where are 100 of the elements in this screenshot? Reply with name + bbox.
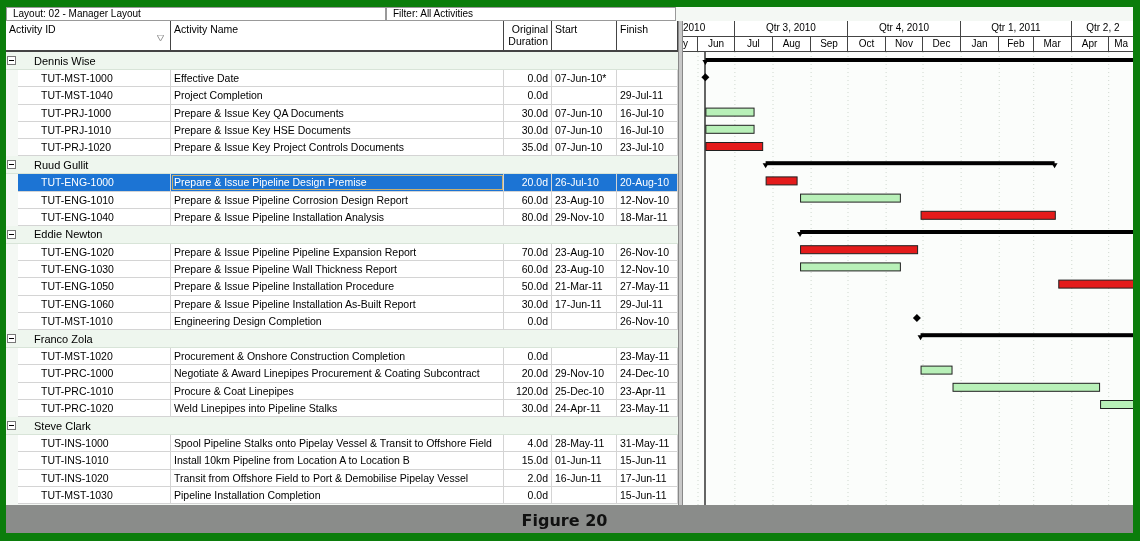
- activity-row[interactable]: TUT-INS-1010 Install 10km Pipeline from Location A to Location B 15.0d 01-Jun-11 15-Jun-11: [18, 452, 678, 470]
- duration-cell: 30.0d: [504, 121, 552, 138]
- month-label: Ma: [1108, 36, 1133, 51]
- activity-id-cell: TUT-ENG-1030: [18, 261, 171, 278]
- activity-row[interactable]: TUT-ENG-1000 Prepare & Issue Pipeline Design Premise 20.0d 26-Jul-10 20-Aug-10: [18, 174, 678, 192]
- quarter-label: Qtr 2, 2: [1071, 21, 1133, 36]
- start-cell: 07-Jun-10: [552, 104, 617, 121]
- month-label: Jan: [961, 36, 1000, 51]
- sort-icon: [157, 35, 164, 42]
- duration-cell: 120.0d: [504, 382, 552, 399]
- collapse-icon[interactable]: [7, 334, 16, 344]
- duration-cell: 20.0d: [504, 365, 552, 382]
- activity-row[interactable]: TUT-ENG-1050 Prepare & Issue Pipeline Installation Procedure 50.0d 21-Mar-11 27-May-11: [18, 278, 678, 296]
- duration-cell: 0.0d: [504, 70, 552, 87]
- activity-name-cell: Prepare & Issue Pipeline Installation Analysis: [171, 208, 504, 225]
- month-label: Mar: [1033, 36, 1072, 51]
- month-label: Jun: [698, 36, 735, 51]
- month-label: Aug: [773, 36, 812, 51]
- start-cell: 07-Jun-10: [552, 138, 617, 156]
- filter-field[interactable]: Filter: All Activities: [386, 7, 676, 21]
- group-name: Franco Zola: [34, 332, 93, 345]
- duration-cell: 30.0d: [504, 399, 552, 416]
- group-name: Steve Clark: [34, 419, 91, 432]
- activity-name-cell: Negotiate & Award Linepipes Procurement & Coating Subcontract: [171, 365, 504, 382]
- activity-id-cell: TUT-MST-1020: [18, 348, 171, 365]
- duration-cell: 35.0d: [504, 138, 552, 156]
- activity-name-cell: Project Completion: [171, 87, 504, 104]
- start-cell: 17-Jun-11: [552, 295, 617, 312]
- month-label: Nov: [886, 36, 923, 51]
- column-header[interactable]: Start: [552, 21, 617, 50]
- activity-row[interactable]: TUT-ENG-1020 Prepare & Issue Pipeline Pipeline Expansion Report 70.0d 23-Aug-10 26-Nov-10: [18, 244, 678, 262]
- activity-id-cell: TUT-INS-1000: [18, 435, 171, 452]
- activity-id-cell: TUT-PRJ-1000: [18, 104, 171, 121]
- activity-name-cell: Install 10km Pipeline from Location A to Location B: [171, 452, 504, 469]
- activity-row[interactable]: TUT-INS-1000 Spool Pipeline Stalks onto Pipelay Vessel & Transit to Offshore Field 4.0d 28-May-11 31-May-11: [18, 435, 678, 453]
- milestone-diamond: [701, 73, 710, 82]
- activity-name-cell: Spool Pipeline Stalks onto Pipelay Vessel & Transit to Offshore Field: [171, 435, 504, 452]
- activity-name-cell: Prepare & Issue Key Project Controls Documents: [171, 138, 504, 156]
- activity-row[interactable]: TUT-MST-1000 Effective Date 0.0d 07-Jun-10*: [18, 70, 678, 88]
- activity-name-cell: Prepare & Issue Pipeline Installation Procedure: [171, 278, 504, 295]
- duration-cell: 50.0d: [504, 278, 552, 295]
- duration-cell: 20.0d: [504, 174, 552, 191]
- duration-cell: 30.0d: [504, 295, 552, 312]
- group-name: Ruud Gullit: [34, 158, 89, 171]
- duration-cell: 2.0d: [504, 469, 552, 486]
- layout-field[interactable]: Layout: 02 - Manager Layout: [6, 7, 386, 21]
- activity-name-cell: Prepare & Issue Key HSE Documents: [171, 121, 504, 138]
- month-label: Apr: [1071, 36, 1109, 51]
- start-cell: 23-Aug-10: [552, 244, 617, 261]
- month-label: Jul: [734, 36, 773, 51]
- activity-id-cell: TUT-INS-1010: [18, 452, 171, 469]
- activity-name-cell: Prepare & Issue Pipeline Pipeline Expansion Report: [171, 244, 504, 261]
- activity-id-cell: TUT-PRC-1000: [18, 365, 171, 382]
- duration-cell: 60.0d: [504, 191, 552, 208]
- milestone-diamond: [912, 314, 921, 322]
- month-label: y: [683, 36, 698, 51]
- month-label: Oct: [847, 36, 887, 51]
- start-cell: 21-Mar-11: [552, 278, 617, 295]
- duration-cell: 0.0d: [504, 348, 552, 365]
- start-cell: 24-Apr-11: [552, 399, 617, 416]
- duration-cell: 0.0d: [504, 312, 552, 329]
- activity-id-cell: TUT-ENG-1060: [18, 295, 171, 312]
- finish-cell: 20-Aug-10: [617, 174, 678, 191]
- column-header[interactable]: Activity ID: [6, 21, 171, 50]
- figure-caption: Figure 20: [521, 511, 608, 530]
- activity-id-cell: TUT-PRJ-1010: [18, 121, 171, 138]
- activity-id-cell: TUT-PRJ-1020: [18, 138, 171, 156]
- start-cell: 23-Aug-10: [552, 261, 617, 278]
- activity-id-cell: TUT-MST-1000: [18, 70, 171, 87]
- activity-row[interactable]: TUT-PRC-1000 Negotiate & Award Linepipes Procurement & Coating Subcontract 20.0d 29-Nov-10 24-Dec-10: [18, 365, 678, 383]
- activity-name-cell: Procure & Coat Linepipes: [171, 382, 504, 399]
- duration-cell: 80.0d: [504, 208, 552, 225]
- month-label: Sep: [811, 36, 848, 51]
- activity-name-cell: Engineering Design Completion: [171, 312, 504, 329]
- collapse-icon[interactable]: [7, 160, 16, 170]
- duration-cell: 60.0d: [504, 261, 552, 278]
- start-cell: 29-Nov-10: [552, 365, 617, 382]
- activity-name-cell: Effective Date: [171, 70, 504, 87]
- column-header[interactable]: Activity Name: [171, 21, 504, 50]
- activity-id-cell: TUT-ENG-1020: [18, 244, 171, 261]
- activity-name-cell: Prepare & Issue Pipeline Design Premise: [171, 174, 504, 191]
- start-cell: 16-Jun-11: [552, 469, 617, 486]
- start-cell: 07-Jun-10*: [552, 70, 617, 87]
- start-cell: 28-May-11: [552, 435, 617, 452]
- activity-row[interactable]: TUT-ENG-1030 Prepare & Issue Pipeline Wall Thickness Report 60.0d 23-Aug-10 12-Nov-10: [18, 261, 678, 279]
- collapse-icon[interactable]: [7, 56, 16, 66]
- activity-id-cell: TUT-PRC-1010: [18, 382, 171, 399]
- activity-row[interactable]: TUT-MST-1020 Procurement & Onshore Construction Completion 0.0d 23-May-11: [18, 348, 678, 366]
- activity-name-cell: Procurement & Onshore Construction Completion: [171, 348, 504, 365]
- activity-name-cell: Pipeline Installation Completion: [171, 486, 504, 503]
- quarter-label: Qtr 3, 2010: [734, 21, 848, 36]
- column-header[interactable]: Original Duration: [504, 21, 552, 50]
- activity-name-cell: Prepare & Issue Pipeline Installation As-Built Report: [171, 295, 504, 312]
- start-cell: 23-Aug-10: [552, 191, 617, 208]
- activity-name-cell: Prepare & Issue Pipeline Wall Thickness Report: [171, 261, 504, 278]
- collapse-icon[interactable]: [7, 421, 16, 431]
- activity-id-cell: TUT-MST-1010: [18, 312, 171, 329]
- duration-cell: 4.0d: [504, 435, 552, 452]
- activity-row[interactable]: TUT-MST-1040 Project Completion 0.0d 29-Jul-11: [18, 87, 678, 105]
- collapse-icon[interactable]: [7, 229, 16, 239]
